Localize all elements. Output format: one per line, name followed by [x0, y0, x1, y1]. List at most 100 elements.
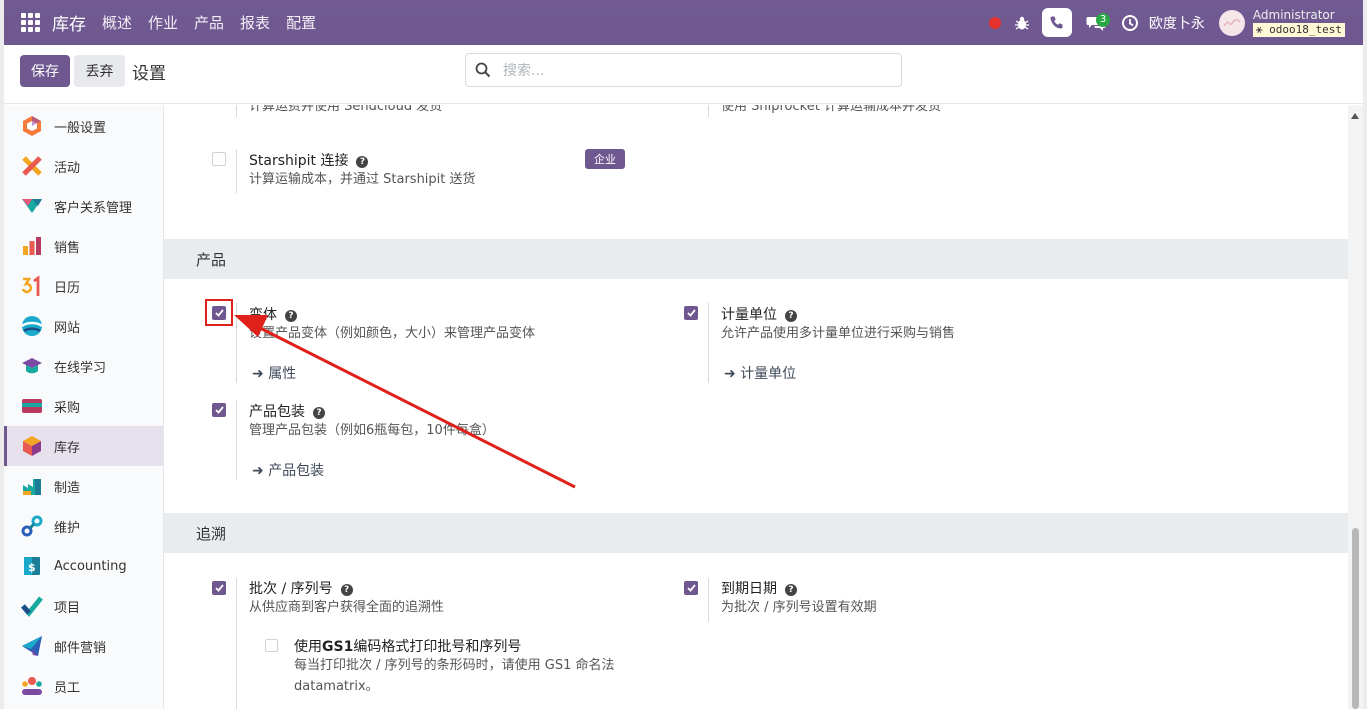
sidebar-item-accounting[interactable]: $ Accounting	[4, 546, 163, 586]
starshipit-checkbox[interactable]	[212, 152, 226, 166]
variants-desc: 设置产品变体（例如颜色，大小）来管理产品变体	[249, 326, 536, 341]
sidebar-item-manufacturing[interactable]: 制造	[4, 466, 163, 506]
activity-clock-icon[interactable]	[1121, 14, 1139, 32]
help-icon[interactable]: ?	[785, 584, 797, 596]
setting-divider	[708, 578, 709, 622]
expiry-desc: 为批次 / 序列号设置有效期	[721, 600, 877, 615]
lots-serial-desc: 从供应商到客户获得全面的追溯性	[249, 600, 445, 615]
uom-title: 计量单位?	[721, 304, 797, 324]
top-navbar: 库存 概述 作业 产品 报表 配置 3 欧度卜永 Administrator ⚹…	[4, 0, 1363, 45]
section-title: 追溯	[196, 524, 227, 543]
employees-icon	[22, 677, 42, 695]
user-avatar[interactable]	[1218, 9, 1245, 36]
sidebar-item-maintenance[interactable]: 维护	[4, 506, 163, 546]
help-icon[interactable]: ?	[285, 310, 297, 322]
section-header-products: 产品	[164, 239, 1348, 279]
variants-title: 变体?	[249, 304, 297, 324]
sidebar-item-website[interactable]: 网站	[4, 306, 163, 346]
nav-overview[interactable]: 概述	[102, 12, 132, 33]
uom-checkbox[interactable]	[684, 306, 698, 320]
scrollbar-thumb[interactable]	[1352, 528, 1359, 709]
attributes-link[interactable]: ➜ 属性	[252, 363, 296, 383]
database-name: ⚹ odoo18_test	[1252, 23, 1345, 37]
setting-divider	[708, 303, 709, 383]
sidebar-item-general-settings[interactable]: 一般设置	[4, 106, 163, 146]
page-title: 设置	[132, 64, 166, 84]
search-box[interactable]: 搜索...	[465, 53, 902, 87]
app-brand[interactable]: 库存	[52, 10, 86, 35]
gs1-title: 使用GS1编码格式打印批号和序列号	[294, 639, 522, 655]
uom-link[interactable]: ➜ 计量单位	[724, 363, 796, 383]
sidebar-item-label: 一般设置	[54, 120, 107, 136]
setting-divider	[708, 105, 709, 117]
save-button[interactable]: 保存	[20, 55, 70, 87]
packaging-checkbox[interactable]	[212, 403, 226, 417]
setting-divider	[236, 578, 237, 709]
elearning-icon	[22, 358, 42, 374]
sidebar-item-crm[interactable]: 客户关系管理	[4, 186, 163, 226]
expiry-checkbox[interactable]	[684, 581, 698, 595]
phone-button[interactable]	[1041, 8, 1072, 37]
scroll-up-arrow-icon[interactable]	[1351, 113, 1359, 119]
help-icon[interactable]: ?	[356, 156, 369, 168]
sidebar-item-email-marketing[interactable]: 邮件营销	[4, 626, 163, 666]
sidebar-item-label: Accounting	[54, 558, 127, 574]
app-window: 库存 概述 作业 产品 报表 配置 3 欧度卜永 Administrator ⚹…	[0, 0, 1367, 709]
checkmark-icon	[214, 406, 224, 414]
sidebar-item-calendar[interactable]: 日历	[4, 266, 163, 306]
sidebar-item-sales[interactable]: 销售	[4, 226, 163, 266]
sidebar-item-label: 制造	[54, 480, 81, 496]
lots-serial-checkbox[interactable]	[212, 581, 226, 595]
crm-icon	[22, 199, 42, 213]
calendar-icon	[21, 275, 40, 296]
sidebar-item-activity[interactable]: 活动	[4, 146, 163, 186]
sidebar-item-label: 采购	[54, 400, 81, 416]
help-icon[interactable]: ?	[785, 310, 797, 322]
user-name: Administrator	[1252, 8, 1335, 22]
help-icon[interactable]: ?	[313, 407, 325, 419]
sidebar-item-project[interactable]: 项目	[4, 586, 163, 626]
sidebar-item-label: 员工	[54, 680, 81, 696]
phone-icon	[1050, 16, 1063, 28]
sidebar-item-label: 客户关系管理	[54, 200, 133, 216]
lots-serial-title: 批次 / 序列号?	[249, 578, 353, 598]
control-panel: 保存 丢弃 设置 搜索...	[4, 45, 1363, 104]
sidebar-item-purchase[interactable]: 采购	[4, 386, 163, 426]
messaging-button[interactable]: 3	[1081, 8, 1111, 38]
apps-menu-icon[interactable]	[21, 12, 41, 33]
sidebar-item-employees[interactable]: 员工	[4, 666, 163, 706]
manufacturing-icon	[23, 479, 41, 495]
email-marketing-icon	[22, 636, 42, 656]
nav-operations[interactable]: 作业	[148, 12, 178, 33]
nav-products[interactable]: 产品	[194, 12, 224, 33]
settings-content: 计算运费并使用 Sendcloud 发货 使用 Shiprocket 计算运输成…	[164, 105, 1348, 709]
discard-button[interactable]: 丢弃	[74, 55, 125, 87]
inventory-icon	[23, 436, 41, 456]
sidebar-item-inventory[interactable]: 库存	[4, 426, 163, 466]
nav-configuration[interactable]: 配置	[286, 12, 316, 33]
recording-dot-icon[interactable]	[988, 16, 1001, 29]
sales-icon	[23, 237, 41, 255]
gs1-checkbox[interactable]	[265, 639, 278, 652]
vertical-scrollbar[interactable]	[1348, 105, 1363, 709]
checkmark-icon	[214, 584, 224, 592]
starshipit-desc: 计算运输成本，并通过 Starshipit 送货	[249, 172, 476, 187]
maintenance-icon	[21, 515, 43, 537]
website-icon	[21, 316, 43, 336]
sidebar-item-label: 在线学习	[54, 360, 107, 376]
help-icon[interactable]: ?	[340, 584, 353, 596]
accounting-icon: $	[24, 557, 40, 575]
sidebar-item-label: 库存	[54, 440, 81, 456]
sidebar-item-elearning[interactable]: 在线学习	[4, 346, 163, 386]
user-menu[interactable]: Administrator ⚹ odoo18_test	[1252, 8, 1345, 37]
search-input[interactable]: 搜索...	[503, 60, 544, 80]
sidebar-item-label: 活动	[54, 160, 81, 176]
activity-icon	[22, 156, 42, 176]
sidebar-item-label: 网站	[54, 320, 81, 336]
company-switcher[interactable]: 欧度卜永	[1149, 13, 1205, 33]
packaging-link[interactable]: ➜ 产品包装	[252, 460, 324, 480]
nav-reporting[interactable]: 报表	[240, 12, 270, 33]
section-header-traceability: 追溯	[164, 513, 1348, 553]
uom-desc: 允许产品使用多计量单位进行采购与销售	[721, 326, 956, 341]
bug-icon[interactable]	[1014, 15, 1030, 31]
